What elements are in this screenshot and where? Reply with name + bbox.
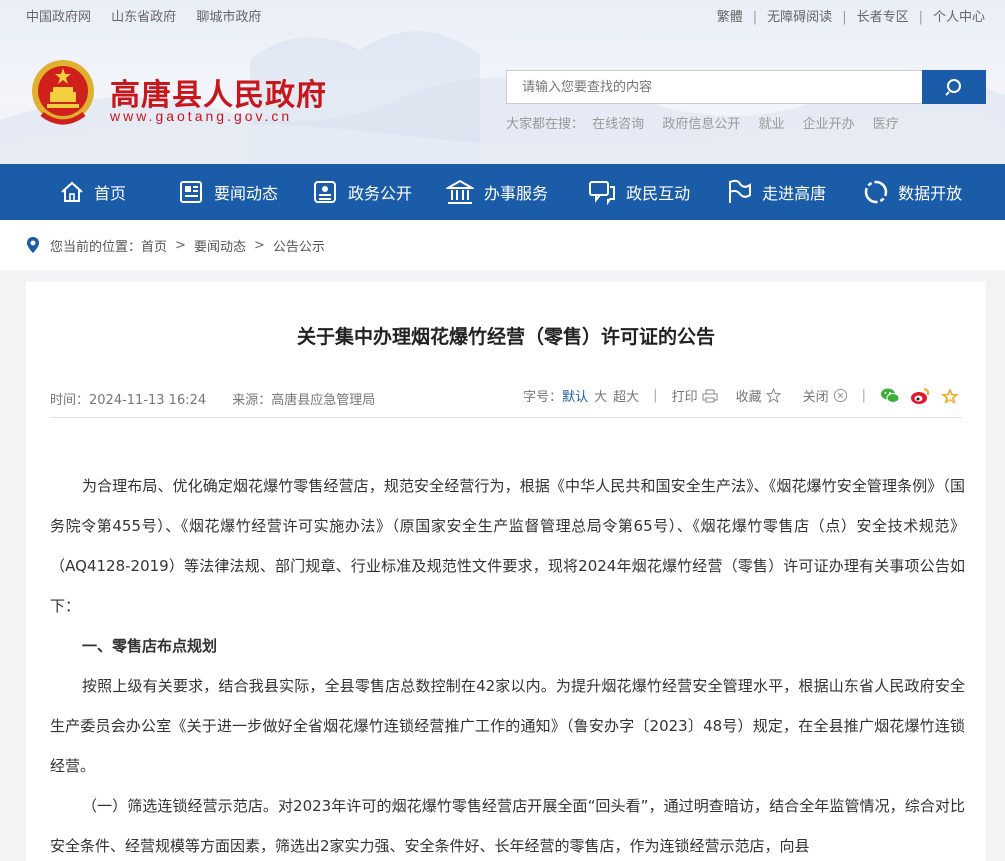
hot-search-medical[interactable]: 医疗 [873, 117, 899, 132]
hot-search-consult[interactable]: 在线咨询 [592, 117, 644, 132]
site-url: www.gaotang.gov.cn [110, 108, 293, 124]
breadcrumb-notices[interactable]: 公告公示 [273, 236, 325, 255]
hot-search-label: 大家都在搜： [506, 117, 585, 132]
printer-icon [702, 389, 718, 402]
hot-search: 大家都在搜： 在线咨询 政府信息公开 就业 企业开办 医疗 [506, 113, 913, 132]
nav-home[interactable]: 首页 [60, 164, 126, 220]
nav-interaction[interactable]: 政民互动 [588, 164, 690, 220]
wechat-share-icon[interactable] [880, 387, 900, 405]
nav-gov-public[interactable]: 政务公开 [312, 164, 412, 220]
national-emblem-icon [32, 60, 94, 125]
favorite-button[interactable]: 收藏 [736, 386, 781, 405]
article-section-heading: 一、零售店布点规划 [82, 637, 218, 655]
article-card: 关于集中办理烟花爆竹经营（零售）许可证的公告 时间：2024-11-13 16:… [26, 282, 986, 861]
font-size-xlarge[interactable]: 超大 [613, 386, 639, 405]
breadcrumb-news[interactable]: 要闻动态 [194, 236, 246, 255]
document-icon [314, 181, 337, 203]
breadcrumb-prefix: 您当前的位置： [50, 239, 142, 255]
link-personal-center[interactable]: 个人中心 [933, 10, 985, 25]
main-nav: 首页 要闻动态 政务公开 办事服务 政民互动 走进高唐 数据开放 [0, 164, 1005, 220]
home-icon [61, 181, 83, 202]
article-tools: 字号： 默认 大 超大 | 打印 收藏 关闭 | [523, 386, 960, 405]
link-liaocheng-gov[interactable]: 聊城市政府 [196, 10, 261, 25]
close-circle-icon [833, 388, 847, 403]
article-body: 为合理布局、优化确定烟花爆竹零售经营店，规范安全经营行为，根据《中华人民共和国安… [50, 466, 965, 861]
article-paragraph: （一）筛选连锁经营示范店。对2023年许可的烟花爆竹零售经营店开展全面“回头看”… [50, 797, 965, 855]
link-accessibility[interactable]: 无障碍阅读 [767, 10, 832, 25]
nav-home-label: 首页 [94, 184, 127, 203]
breadcrumb: 您当前的位置： 首页 > 要闻动态 > 公告公示 [0, 220, 1005, 270]
close-button[interactable]: 关闭 [803, 386, 848, 405]
chat-icon [589, 181, 616, 205]
hot-search-employment[interactable]: 就业 [758, 117, 784, 132]
data-icon [864, 180, 888, 204]
link-shandong-gov[interactable]: 山东省政府 [111, 10, 176, 25]
flag-icon [729, 179, 752, 203]
font-size-label: 字号： [523, 390, 563, 405]
weibo-share-icon[interactable] [910, 387, 930, 405]
article-title: 关于集中办理烟花爆竹经营（零售）许可证的公告 [296, 326, 715, 348]
nav-open-data-label: 数据开放 [898, 184, 963, 203]
print-button[interactable]: 打印 [672, 386, 718, 405]
favorite-label: 收藏 [735, 390, 762, 405]
location-pin-icon [27, 237, 39, 253]
hot-search-business[interactable]: 企业开办 [803, 117, 855, 132]
link-traditional-chinese[interactable]: 繁體 [717, 10, 743, 25]
top-links-left: 中国政府网 山东省政府 聊城市政府 [26, 6, 277, 25]
article-source: 来源：高唐县应急管理局 [232, 393, 376, 408]
nav-about-gaotang[interactable]: 走进高唐 [726, 164, 826, 220]
search-button[interactable] [922, 70, 986, 104]
nav-news-label: 要闻动态 [214, 184, 279, 203]
news-icon [180, 181, 203, 203]
article-paragraph: 按照上级有关要求，结合我县实际，全县零售店总数控制在42家以内。为提升烟花爆竹经… [50, 677, 965, 775]
nav-interaction-label: 政民互动 [626, 184, 691, 203]
font-size-large[interactable]: 大 [594, 386, 607, 405]
nav-about-gaotang-label: 走进高唐 [762, 184, 827, 203]
publish-time: 时间：2024-11-13 16:24 [50, 393, 207, 408]
nav-news[interactable]: 要闻动态 [178, 164, 278, 220]
top-links-right: 繁體 | 无障碍阅读 | 长者专区 | 个人中心 [716, 10, 985, 25]
meta-divider [50, 417, 962, 418]
building-icon [446, 179, 475, 204]
nav-gov-public-label: 政务公开 [348, 184, 413, 203]
nav-open-data[interactable]: 数据开放 [864, 164, 962, 220]
link-gov-cn[interactable]: 中国政府网 [26, 10, 91, 25]
breadcrumb-home[interactable]: 首页 [141, 236, 167, 255]
search-icon [945, 79, 961, 96]
star-outline-icon [765, 388, 781, 403]
search-box [506, 70, 986, 104]
hot-search-info-public[interactable]: 政府信息公开 [662, 117, 740, 132]
font-size-default[interactable]: 默认 [562, 386, 588, 405]
star-share-icon[interactable] [940, 387, 960, 405]
nav-services[interactable]: 办事服务 [446, 164, 548, 220]
article-meta: 时间：2024-11-13 16:24 来源：高唐县应急管理局 [50, 389, 397, 408]
print-label: 打印 [671, 390, 698, 405]
site-header: 中国政府网 山东省政府 聊城市政府 繁體 | 无障碍阅读 | 长者专区 | 个人中心 高唐县… [0, 0, 1005, 164]
search-input[interactable] [507, 71, 922, 103]
close-label: 关闭 [802, 390, 829, 405]
link-elderly[interactable]: 长者专区 [857, 10, 909, 25]
nav-services-label: 办事服务 [484, 184, 549, 203]
article-paragraph: 为合理布局、优化确定烟花爆竹零售经营店，规范安全经营行为，根据《中华人民共和国安… [50, 477, 965, 615]
